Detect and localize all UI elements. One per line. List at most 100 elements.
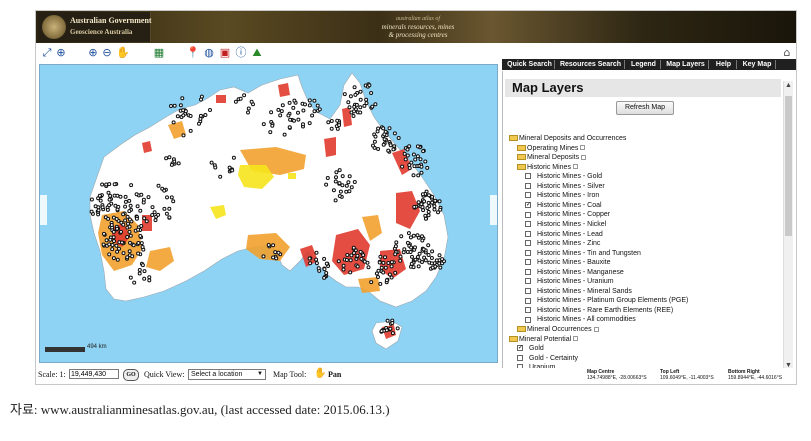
layer-tree-item[interactable]: ✓ Gold bbox=[517, 344, 544, 353]
mine-point[interactable] bbox=[387, 126, 392, 131]
mine-point[interactable] bbox=[172, 103, 177, 108]
mine-point[interactable] bbox=[282, 132, 287, 137]
mine-point[interactable] bbox=[127, 229, 132, 234]
mine-point[interactable] bbox=[127, 198, 132, 203]
mine-point[interactable] bbox=[369, 280, 374, 285]
mine-point[interactable] bbox=[89, 209, 94, 214]
mine-point[interactable] bbox=[134, 216, 139, 221]
layer-tree-item[interactable]: Historic Mines bbox=[517, 163, 578, 172]
mine-point[interactable] bbox=[429, 261, 434, 266]
layer-checkbox[interactable] bbox=[525, 259, 531, 266]
tab-legend[interactable]: Legend bbox=[627, 60, 661, 69]
mine-point[interactable] bbox=[371, 143, 375, 148]
layer-checkbox[interactable] bbox=[525, 268, 531, 275]
mine-point[interactable] bbox=[301, 108, 306, 113]
tab-resources-search[interactable]: Resources Search bbox=[557, 60, 625, 69]
layer-tree-item[interactable]: Historic Mines - Rare Earth Elements (RE… bbox=[525, 306, 673, 315]
mine-point[interactable] bbox=[352, 109, 356, 114]
mine-point[interactable] bbox=[411, 173, 416, 178]
mine-point[interactable] bbox=[415, 233, 420, 238]
mine-point[interactable] bbox=[109, 223, 114, 227]
marker-icon[interactable]: 📍 bbox=[186, 46, 200, 60]
scrollbar-thumb[interactable] bbox=[785, 96, 792, 236]
mine-point[interactable] bbox=[373, 134, 378, 139]
mine-point[interactable] bbox=[379, 265, 384, 270]
layer-tree-item[interactable]: Historic Mines - Mineral Sands bbox=[525, 287, 632, 296]
mine-point[interactable] bbox=[129, 183, 134, 188]
mine-point[interactable] bbox=[411, 152, 416, 157]
mine-point[interactable] bbox=[390, 321, 395, 325]
mine-point[interactable] bbox=[421, 208, 426, 213]
mine-point[interactable] bbox=[139, 192, 144, 197]
zoom-out-icon[interactable]: ⊖ bbox=[100, 46, 114, 60]
mine-point[interactable] bbox=[353, 92, 358, 97]
layer-tree-item[interactable]: Mineral Deposits bbox=[517, 153, 587, 162]
mine-point[interactable] bbox=[137, 268, 142, 272]
mine-point[interactable] bbox=[123, 204, 128, 209]
mine-point[interactable] bbox=[164, 156, 169, 161]
mine-point[interactable] bbox=[384, 278, 389, 283]
mine-point[interactable] bbox=[383, 265, 388, 270]
mine-point[interactable] bbox=[125, 255, 130, 260]
layer-tree-item[interactable]: Historic Mines - Nickel bbox=[525, 220, 606, 229]
mine-point[interactable] bbox=[322, 256, 327, 261]
mine-point[interactable] bbox=[171, 120, 176, 125]
mine-point[interactable] bbox=[127, 209, 132, 214]
tab-quick-search[interactable]: Quick Search bbox=[505, 60, 555, 69]
layer-tree-item[interactable]: Historic Mines - Copper bbox=[525, 210, 610, 219]
folder-icon[interactable] bbox=[509, 335, 518, 342]
mine-point[interactable] bbox=[132, 280, 137, 285]
mine-point[interactable] bbox=[246, 110, 250, 115]
mine-point[interactable] bbox=[198, 116, 203, 121]
mine-point[interactable] bbox=[162, 206, 167, 211]
mine-point[interactable] bbox=[312, 109, 317, 114]
mine-point[interactable] bbox=[303, 102, 307, 107]
mine-point[interactable] bbox=[110, 247, 115, 252]
mine-point[interactable] bbox=[326, 120, 331, 125]
tab-key-map[interactable]: Key Map bbox=[739, 60, 776, 69]
mine-point[interactable] bbox=[421, 247, 426, 252]
mine-point[interactable] bbox=[115, 257, 120, 262]
mine-point[interactable] bbox=[111, 235, 116, 240]
mine-point[interactable] bbox=[107, 182, 112, 187]
mine-point[interactable] bbox=[188, 128, 193, 133]
mine-point[interactable] bbox=[123, 194, 128, 199]
mine-point[interactable] bbox=[218, 174, 223, 179]
mine-point[interactable] bbox=[152, 210, 157, 215]
mine-point[interactable] bbox=[315, 103, 320, 108]
mine-point[interactable] bbox=[393, 244, 398, 249]
mine-point[interactable] bbox=[421, 149, 426, 154]
layer-tree-item[interactable]: Historic Mines - Iron bbox=[525, 191, 599, 200]
layer-tree-item[interactable]: Historic Mines - Tin and Tungsten bbox=[525, 249, 641, 258]
mine-point[interactable] bbox=[423, 159, 428, 164]
mine-point[interactable] bbox=[334, 175, 338, 180]
tab-map-layers[interactable]: Map Layers bbox=[663, 60, 709, 69]
mine-point[interactable] bbox=[338, 189, 343, 194]
mine-point[interactable] bbox=[364, 101, 369, 106]
layer-checkbox[interactable] bbox=[525, 297, 531, 304]
mine-point[interactable] bbox=[312, 98, 317, 103]
mine-point[interactable] bbox=[420, 238, 425, 243]
mine-point[interactable] bbox=[369, 91, 374, 95]
mine-point[interactable] bbox=[208, 108, 212, 112]
layer-tree-item[interactable]: Historic Mines - Lead bbox=[525, 230, 603, 239]
mine-point[interactable] bbox=[407, 144, 412, 149]
mine-point[interactable] bbox=[269, 110, 274, 115]
mine-point[interactable] bbox=[329, 126, 334, 131]
mine-point[interactable] bbox=[121, 222, 126, 227]
mine-point[interactable] bbox=[362, 259, 367, 264]
mine-point[interactable] bbox=[348, 270, 353, 275]
mine-point[interactable] bbox=[409, 160, 414, 165]
mine-point[interactable] bbox=[329, 119, 334, 123]
mine-point[interactable] bbox=[137, 271, 142, 276]
mine-point[interactable] bbox=[413, 245, 417, 250]
mine-point[interactable] bbox=[398, 258, 403, 263]
mine-point[interactable] bbox=[114, 243, 119, 248]
mine-point[interactable] bbox=[378, 254, 383, 259]
mine-point[interactable] bbox=[97, 193, 102, 198]
mine-point[interactable] bbox=[89, 197, 94, 202]
mine-point[interactable] bbox=[197, 121, 201, 126]
layer-toggle-box[interactable] bbox=[593, 326, 599, 332]
mine-point[interactable] bbox=[426, 209, 431, 214]
mine-point[interactable] bbox=[412, 164, 417, 169]
